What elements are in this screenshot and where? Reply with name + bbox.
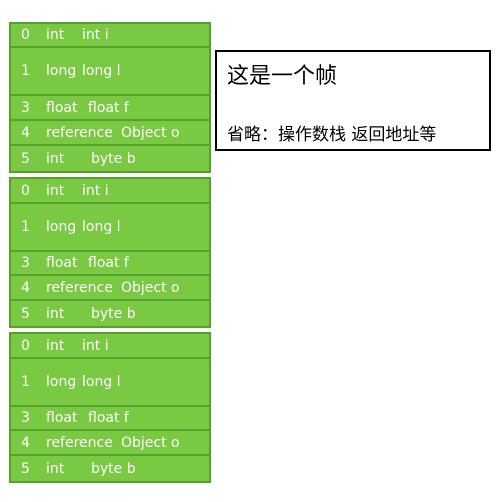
slot-5: 5 int byte b: [9, 299, 211, 328]
slot-value: int i: [82, 182, 109, 199]
slot-1: 1 long long l: [9, 357, 211, 407]
slot-3: 3 float float f: [9, 250, 211, 276]
slot-0: 0 int int i: [9, 332, 211, 359]
slot-index: 3: [21, 255, 30, 271]
frame-note-box: 这是一个帧 省略：操作数栈 返回地址等: [215, 50, 491, 151]
slot-type: long: [46, 63, 77, 79]
note-subtitle: 省略：操作数栈 返回地址等: [227, 125, 437, 145]
slot-value: byte b: [91, 150, 136, 167]
slot-type: int: [46, 182, 65, 199]
slot-3: 3 float float f: [9, 94, 211, 121]
slot-index: 3: [21, 410, 30, 426]
slot-type: int: [46, 337, 65, 354]
slot-value: long l: [82, 63, 121, 79]
slot-index: 0: [21, 337, 30, 354]
slot-value: long l: [82, 374, 121, 390]
slot-index: 4: [21, 124, 30, 141]
slot-value: long l: [82, 219, 121, 235]
slot-index: 1: [21, 63, 30, 79]
slot-index: 5: [21, 150, 30, 167]
slot-value: float f: [88, 99, 129, 116]
slot-index: 1: [21, 374, 30, 390]
slot-4: 4 reference Object o: [9, 119, 211, 146]
slot-value: int i: [82, 337, 109, 354]
slot-value: Object o: [121, 124, 180, 141]
slot-5: 5 int byte b: [9, 454, 211, 483]
frame-2: 0 int int i 1 long long l 3 float float …: [9, 177, 211, 328]
slot-index: 1: [21, 219, 30, 235]
slot-type: reference: [46, 434, 113, 451]
slot-0: 0 int int i: [9, 22, 211, 48]
slot-value: int i: [82, 27, 109, 43]
slot-type: reference: [46, 124, 113, 141]
slot-0: 0 int int i: [9, 177, 211, 204]
slot-1: 1 long long l: [9, 202, 211, 252]
slot-type: int: [46, 150, 65, 167]
slot-4: 4 reference Object o: [9, 429, 211, 456]
slot-1: 1 long long l: [9, 46, 211, 96]
slot-value: byte b: [91, 305, 136, 322]
slot-index: 3: [21, 99, 30, 116]
slot-3: 3 float float f: [9, 405, 211, 431]
slot-type: long: [46, 219, 77, 235]
slot-4: 4 reference Object o: [9, 274, 211, 301]
slot-index: 0: [21, 27, 30, 43]
slot-type: float: [46, 410, 78, 426]
slot-value: Object o: [121, 279, 180, 296]
slot-index: 4: [21, 434, 30, 451]
slot-value: float f: [88, 410, 129, 426]
slot-index: 5: [21, 460, 30, 477]
slot-value: byte b: [91, 460, 136, 477]
note-title: 这是一个帧: [227, 64, 338, 89]
slot-type: long: [46, 374, 77, 390]
slot-type: int: [46, 305, 65, 322]
slot-type: int: [46, 27, 65, 43]
slot-index: 4: [21, 279, 30, 296]
slot-5: 5 int byte b: [9, 144, 211, 173]
slot-index: 5: [21, 305, 30, 322]
slot-type: float: [46, 99, 78, 116]
frame-3: 0 int int i 1 long long l 3 float float …: [9, 332, 211, 483]
slot-value: float f: [88, 255, 129, 271]
slot-index: 0: [21, 182, 30, 199]
slot-type: reference: [46, 279, 113, 296]
slot-type: float: [46, 255, 78, 271]
slot-value: Object o: [121, 434, 180, 451]
slot-type: int: [46, 460, 65, 477]
frame-1: 0 int int i 1 long long l 3 float float …: [9, 22, 211, 173]
